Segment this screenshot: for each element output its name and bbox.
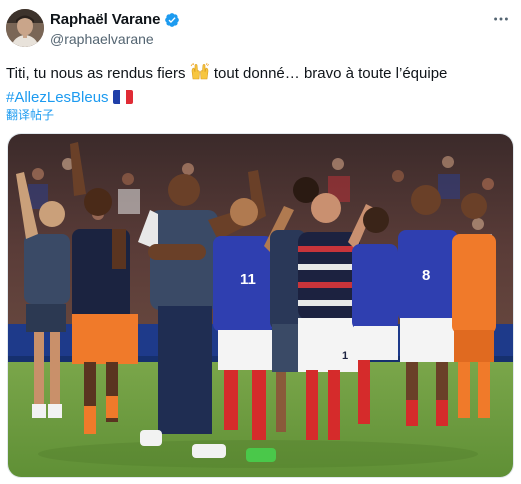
tweet-text-part1: Titi, tu nous as rendus fiers (6, 65, 186, 82)
france-flag-emoji (112, 89, 133, 111)
more-icon[interactable] (491, 9, 511, 29)
tweet-text-part2: tout donné… bravo à toute l’équipe (213, 65, 448, 82)
raised-hands-emoji (190, 62, 210, 87)
tweet-card: Raphaël Varane @raphaelvarane Titi, tu n… (0, 0, 521, 484)
author-name-row: Raphaël Varane (50, 11, 180, 28)
avatar[interactable] (6, 9, 44, 47)
hashtag-link[interactable]: #AllezLesBleus (6, 89, 109, 106)
jersey-number-8: 8 (422, 267, 430, 284)
verified-badge-icon (164, 12, 180, 28)
translate-post-link[interactable]: 翻译帖子 (6, 106, 54, 123)
jersey-number-11: 11 (240, 271, 256, 288)
jersey-number-1: 1 (342, 350, 348, 362)
author-handle[interactable]: @raphaelvarane (50, 31, 154, 47)
tweet-photo[interactable]: 11 1 8 (7, 133, 514, 478)
tweet-text: Titi, tu nous as rendus fiers tout donné… (6, 62, 506, 111)
photo-france-team-applauding: 11 1 8 (8, 134, 513, 477)
display-name[interactable]: Raphaël Varane (50, 11, 160, 28)
avatar-image (6, 9, 44, 47)
